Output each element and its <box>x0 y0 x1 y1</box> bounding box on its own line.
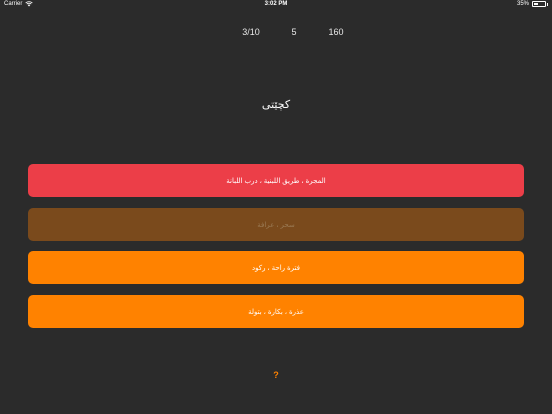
battery-percent: 35% <box>516 1 529 7</box>
stat-middle: 5 <box>291 27 297 37</box>
battery-icon <box>532 1 546 7</box>
battery-tip <box>547 2 548 6</box>
question-progress: 3/10 <box>242 27 260 37</box>
answer-option-4[interactable]: عذرة ، بكارة ، بتولة <box>28 295 524 328</box>
battery-fill <box>534 3 538 5</box>
question-word: كچێتی <box>261 99 291 111</box>
status-right: 35% <box>517 1 548 7</box>
answer-label: عذرة ، بكارة ، بتولة <box>248 308 304 316</box>
answer-label: سحر ، عرافة <box>257 221 295 229</box>
answer-option-2[interactable]: سحر ، عرافة <box>28 208 524 241</box>
answer-label: المجرة ، طريق اللبنية ، درب اللبانة <box>226 177 326 185</box>
answer-option-1[interactable]: المجرة ، طريق اللبنية ، درب اللبانة <box>28 164 524 197</box>
status-time: 3:02 PM <box>264 1 288 7</box>
hint-button[interactable]: ? <box>0 370 552 380</box>
stats-bar: 3/10 5 160 <box>0 27 552 39</box>
answer-label: فترة راحة ، ركود <box>252 264 300 272</box>
score: 160 <box>328 27 344 37</box>
answer-option-3[interactable]: فترة راحة ، ركود <box>28 251 524 284</box>
status-bar: Carrier 3:02 PM 35% <box>0 0 552 10</box>
